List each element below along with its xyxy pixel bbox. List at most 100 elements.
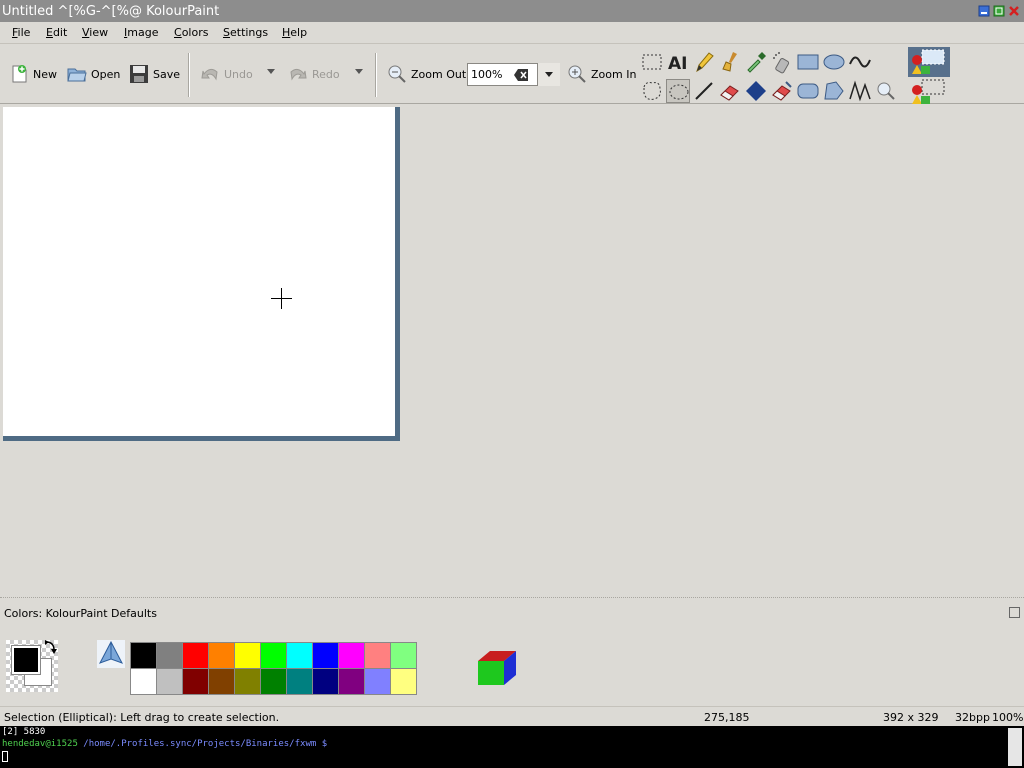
tool-polygon[interactable] bbox=[822, 79, 846, 103]
curve-icon bbox=[849, 56, 871, 68]
canvas-resize-handle-right[interactable] bbox=[395, 107, 400, 441]
menu-settings[interactable]: Settings bbox=[223, 26, 268, 39]
tool-rect-select[interactable] bbox=[640, 50, 664, 74]
zoom-tool-icon bbox=[877, 82, 895, 100]
undo-button[interactable]: Undo bbox=[200, 62, 253, 86]
zoom-input[interactable] bbox=[471, 67, 513, 82]
color-similarity-cube-icon[interactable] bbox=[476, 647, 518, 689]
terminal-scrollbar[interactable] bbox=[1008, 728, 1022, 766]
tool-freeform-select[interactable] bbox=[640, 79, 664, 103]
color-palette-name[interactable]: KolourPaint Defaults bbox=[46, 607, 157, 620]
open-folder-icon bbox=[67, 68, 87, 82]
palette-swatch[interactable] bbox=[183, 643, 209, 669]
undock-icon[interactable] bbox=[1009, 607, 1020, 618]
toolbox: AI bbox=[638, 47, 950, 104]
zoom-in-button[interactable]: Zoom In bbox=[567, 62, 636, 86]
new-button[interactable]: New bbox=[9, 62, 57, 86]
undo-dropdown-icon[interactable] bbox=[267, 69, 275, 74]
close-icon[interactable] bbox=[1008, 5, 1020, 17]
tool-zoom[interactable] bbox=[874, 79, 898, 103]
palette-swatch[interactable] bbox=[209, 669, 235, 695]
palette-swatch[interactable] bbox=[287, 643, 313, 669]
polygon-icon bbox=[824, 81, 844, 100]
rounded-rectangle-icon bbox=[797, 83, 819, 99]
tool-brush[interactable] bbox=[718, 50, 742, 74]
tool-connected-lines[interactable] bbox=[848, 79, 872, 103]
palette-swatch[interactable] bbox=[365, 669, 391, 695]
status-message: Selection (Elliptical): Left drag to cre… bbox=[4, 711, 280, 724]
menu-help[interactable]: Help bbox=[282, 26, 307, 39]
dock-separator[interactable] bbox=[0, 597, 1024, 600]
palette-swatch[interactable] bbox=[157, 643, 183, 669]
freeform-selection-icon bbox=[643, 82, 661, 100]
ellipse-icon bbox=[823, 54, 845, 70]
tool-curve[interactable] bbox=[848, 50, 872, 74]
transparent-selection-button[interactable] bbox=[908, 77, 950, 107]
save-button[interactable]: Save bbox=[129, 62, 180, 86]
zoom-out-button[interactable]: Zoom Out bbox=[387, 62, 466, 86]
open-label: Open bbox=[91, 67, 121, 81]
drawing-canvas[interactable] bbox=[3, 107, 395, 436]
palette-swatch[interactable] bbox=[391, 669, 417, 695]
palette-swatch[interactable] bbox=[157, 669, 183, 695]
window-titlebar[interactable]: Untitled ^[%G-^[%@ KolourPaint bbox=[0, 0, 1024, 22]
terminal-job-line: [2] 5830 bbox=[2, 727, 46, 737]
zoom-dropdown-arrow[interactable] bbox=[537, 63, 560, 86]
tool-flood-fill[interactable] bbox=[744, 79, 768, 103]
canvas-workspace[interactable] bbox=[0, 105, 1024, 597]
tool-rectangle[interactable] bbox=[796, 50, 820, 74]
menu-file[interactable]: File bbox=[12, 26, 30, 39]
menu-view[interactable]: View bbox=[82, 26, 108, 39]
palette-swatch[interactable] bbox=[391, 643, 417, 669]
palette-swatch[interactable] bbox=[365, 643, 391, 669]
palette-swatch[interactable] bbox=[131, 669, 157, 695]
menu-image[interactable]: Image bbox=[124, 26, 158, 39]
redo-icon bbox=[290, 68, 307, 81]
tool-ellipse[interactable] bbox=[822, 50, 846, 74]
color-eraser-icon bbox=[772, 81, 792, 101]
tool-color-picker[interactable] bbox=[744, 50, 768, 74]
palette-swatch[interactable] bbox=[235, 643, 261, 669]
tool-eraser[interactable] bbox=[718, 79, 742, 103]
transparent-color-icon[interactable] bbox=[97, 640, 125, 668]
tool-rounded-rectangle[interactable] bbox=[796, 79, 820, 103]
palette-swatch[interactable] bbox=[313, 669, 339, 695]
open-button[interactable]: Open bbox=[67, 62, 120, 86]
redo-dropdown-icon[interactable] bbox=[355, 69, 363, 74]
palette-swatch[interactable] bbox=[287, 669, 313, 695]
zoom-combobox[interactable] bbox=[467, 63, 560, 86]
palette-swatch[interactable] bbox=[209, 643, 235, 669]
color-box-header: Colors: KolourPaint Defaults bbox=[4, 607, 157, 620]
tool-spraycan[interactable] bbox=[770, 50, 794, 74]
undo-icon bbox=[201, 68, 218, 81]
palette-swatch[interactable] bbox=[235, 669, 261, 695]
tool-text[interactable]: AI bbox=[666, 50, 690, 74]
palette-swatch[interactable] bbox=[261, 669, 287, 695]
cursor-position: 275,185 bbox=[704, 711, 750, 724]
tool-elliptical-select[interactable] bbox=[666, 79, 690, 103]
terminal-panel[interactable]: [2] 5830 hendedav@i1525 /home/.Profiles.… bbox=[0, 726, 1024, 768]
redo-button[interactable]: Redo bbox=[288, 62, 340, 86]
menu-edit[interactable]: Edit bbox=[46, 26, 67, 39]
save-disk-icon bbox=[130, 65, 148, 83]
menu-colors[interactable]: Colors bbox=[174, 26, 208, 39]
maximize-icon[interactable] bbox=[993, 5, 1005, 17]
terminal-user: hendedav@i1525 bbox=[2, 739, 78, 749]
clear-text-icon[interactable] bbox=[513, 68, 529, 82]
canvas-resize-handle-bottom[interactable] bbox=[3, 436, 400, 441]
tool-line[interactable] bbox=[692, 79, 716, 103]
palette-swatch[interactable] bbox=[339, 669, 365, 695]
palette-swatch[interactable] bbox=[261, 643, 287, 669]
terminal-cursor bbox=[2, 751, 8, 762]
svg-text:AI: AI bbox=[668, 54, 687, 74]
palette-swatch[interactable] bbox=[183, 669, 209, 695]
minimize-icon[interactable] bbox=[978, 5, 990, 17]
tool-pen[interactable] bbox=[692, 50, 716, 74]
palette-swatch[interactable] bbox=[313, 643, 339, 669]
opaque-selection-button[interactable] bbox=[908, 47, 950, 77]
tool-color-eraser[interactable] bbox=[770, 79, 794, 103]
foreground-color-swatch[interactable] bbox=[11, 645, 41, 675]
swap-colors-icon[interactable] bbox=[44, 640, 58, 656]
palette-swatch[interactable] bbox=[339, 643, 365, 669]
palette-swatch[interactable] bbox=[131, 643, 157, 669]
